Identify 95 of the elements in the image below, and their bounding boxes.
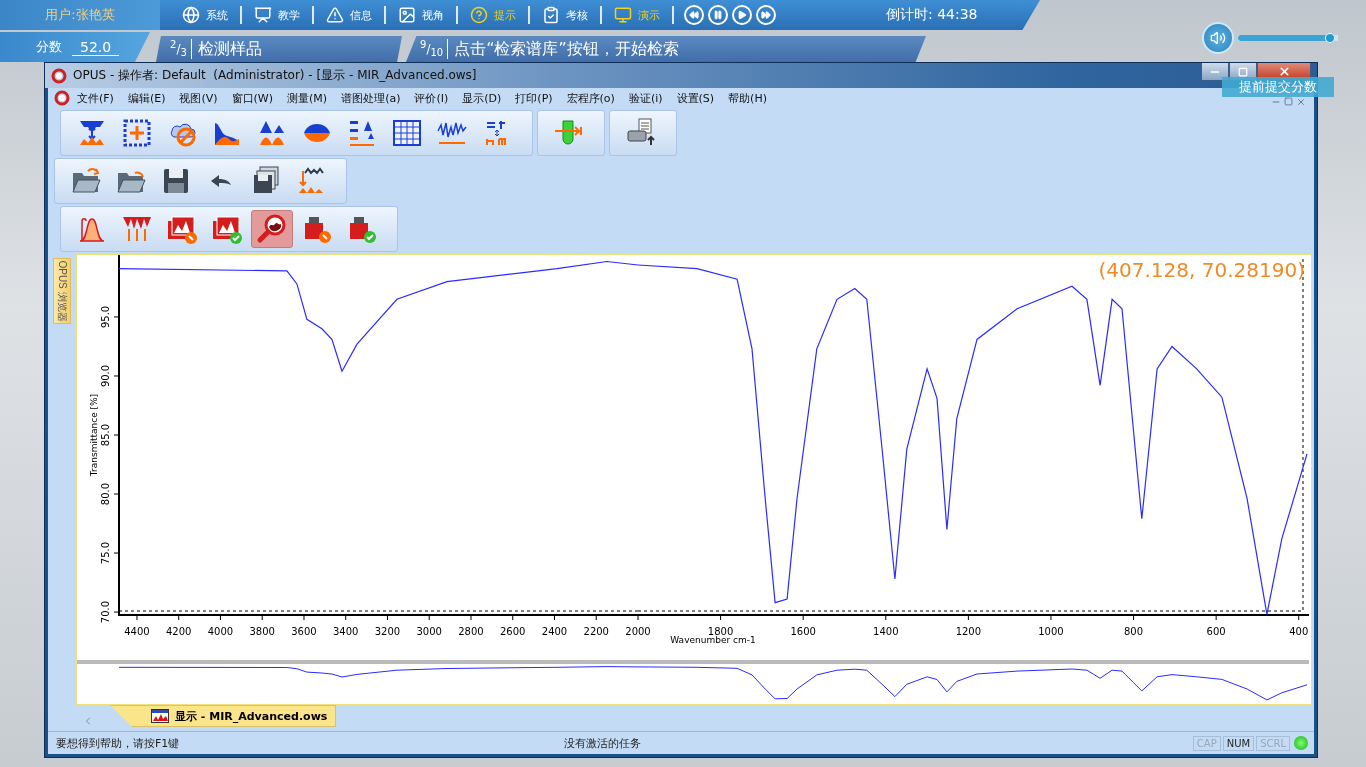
app-logo-icon	[51, 67, 67, 84]
x-tick-label: 4000	[207, 626, 234, 637]
presentation-icon	[254, 6, 272, 24]
y-tick-label: 85.0	[100, 423, 111, 447]
menu-item[interactable]: 测量(M)	[280, 90, 335, 106]
fast-forward-button[interactable]	[756, 5, 776, 25]
x-tick-label: 3000	[416, 626, 442, 637]
fast-forward-icon	[761, 10, 771, 20]
report-check-icon	[211, 213, 243, 245]
toolbar-button[interactable]	[251, 210, 293, 248]
x-tick-label: 3600	[291, 626, 317, 637]
side-tab[interactable]: OPUS 浏览器	[53, 258, 71, 324]
step-label: 点击“检索谱库”按钮，开始检索	[454, 38, 679, 60]
volume-icon[interactable]	[1202, 22, 1234, 54]
x-tick-label: 600	[1206, 626, 1226, 637]
x-tick-label: 4400	[124, 626, 150, 637]
y-tick-label: 95.0	[100, 305, 111, 329]
pause-icon	[713, 10, 723, 20]
user-name: 用户:张艳英	[0, 0, 160, 30]
zoom-all-icon	[121, 117, 153, 149]
y-tick-label: 75.0	[100, 541, 111, 565]
minimize-button[interactable]	[1201, 63, 1229, 81]
x-axis-title: Wavenumber cm-1	[670, 635, 756, 645]
x-tick-label: 2200	[583, 626, 609, 637]
step-fraction: $^{9}$/$_{10}$	[420, 39, 449, 59]
x-tick-label: 1600	[790, 626, 816, 637]
nav-item[interactable]: 考核	[530, 3, 600, 27]
x-tick-label: 2600	[500, 626, 526, 637]
image-icon	[398, 6, 416, 24]
menu-item[interactable]: 验证(i)	[621, 90, 670, 106]
x-tick-label: 2000	[625, 626, 651, 637]
countdown-timer: 倒计时: 44:38	[886, 6, 978, 24]
help-icon	[470, 6, 488, 24]
menu-item[interactable]: 宏程序(o)	[559, 90, 622, 106]
x-tick-label: 1400	[873, 626, 899, 637]
key-indicator: CAP	[1192, 735, 1221, 751]
rewind-icon	[689, 10, 699, 20]
x-tick-label: 3400	[333, 626, 359, 637]
spectrum-document-icon	[151, 709, 169, 723]
x-tick-label: 2800	[458, 626, 484, 637]
monitor-icon	[614, 6, 632, 24]
pause-button[interactable]	[708, 5, 728, 25]
menu-item[interactable]: 评价(I)	[407, 90, 456, 106]
x-tick-label: 3800	[249, 626, 275, 637]
play-button[interactable]	[732, 5, 752, 25]
menu-item[interactable]: 窗口(W)	[224, 90, 281, 106]
x-tick-label: 1800	[707, 626, 734, 637]
menu-item[interactable]: 显示(D)	[455, 90, 509, 106]
report-wrench-icon	[166, 213, 198, 245]
rewind-button[interactable]	[684, 5, 704, 25]
y-axis-title: Transmittance [%]	[89, 393, 99, 477]
y-tick-label: 90.0	[100, 364, 111, 388]
x-tick-label: 2400	[541, 626, 568, 637]
menu-item[interactable]: 视图(V)	[172, 90, 225, 106]
menu-item[interactable]: 打印(P)	[508, 90, 560, 106]
x-tick-label: 800	[1124, 626, 1144, 637]
volume-thumb[interactable]	[1325, 33, 1336, 43]
x-tick-label: 1200	[955, 626, 982, 637]
status-light-icon	[1294, 736, 1308, 750]
y-tick-label: 80.0	[100, 482, 111, 506]
maximize-icon	[1238, 66, 1248, 77]
key-indicator: NUM	[1222, 735, 1255, 751]
score-label: 分数	[36, 38, 62, 56]
menu-item[interactable]: 帮助(H)	[721, 90, 774, 106]
app-logo-icon	[54, 90, 70, 106]
menu-item[interactable]: 设置(S)	[669, 90, 722, 106]
window-title: OPUS - 操作者: Default (Administrator) - [显示 - MIR_Advanced.ows]	[73, 67, 477, 84]
x-tick-label: 4200	[166, 626, 192, 637]
warning-icon	[326, 6, 344, 24]
step-fraction: $^{2}$/$_{3}$	[170, 39, 192, 59]
close-icon	[1277, 65, 1291, 78]
nav-item[interactable]: 信息	[314, 3, 384, 27]
menu-item[interactable]: 文件(F)	[70, 90, 121, 106]
menu-item[interactable]: 编辑(E)	[120, 90, 173, 106]
play-icon	[737, 10, 747, 20]
close-icon[interactable]	[1296, 97, 1306, 107]
clipboard-check-icon	[542, 6, 560, 24]
document-tab[interactable]: 显示 - MIR_Advanced.ows	[110, 705, 337, 727]
x-tick-label: 400	[1289, 626, 1309, 637]
magnifier-icon	[256, 213, 288, 245]
y-tick-label: 70.0	[100, 600, 111, 624]
nav-item[interactable]: 系统	[170, 3, 240, 27]
x-tick-label: 3200	[374, 626, 401, 637]
status-help-text: 要想得到帮助，请按F1键	[55, 735, 181, 751]
cursor-readout: (407.128, 70.28190)	[1098, 258, 1305, 282]
table-icon	[391, 117, 423, 149]
step-label: 检测样品	[197, 38, 262, 60]
menu-item[interactable]: 谱图处理(a)	[334, 90, 408, 106]
score-value: 52.0	[72, 38, 120, 56]
globe-icon	[182, 6, 200, 24]
key-indicator: SCRL	[1256, 735, 1290, 751]
status-task-text: 没有激活的任务	[563, 735, 641, 751]
nav-item[interactable]: 视角	[386, 3, 456, 27]
nav-item[interactable]: 教学	[242, 3, 312, 27]
x-tick-label: 1000	[1038, 626, 1064, 637]
